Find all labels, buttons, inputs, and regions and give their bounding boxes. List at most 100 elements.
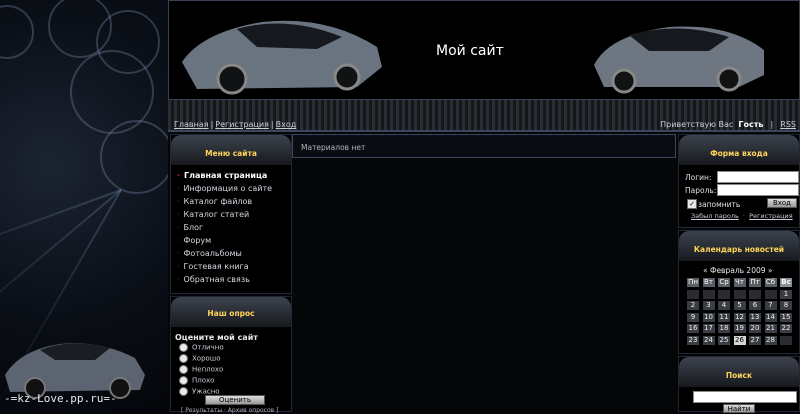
calendar-day[interactable]: 8 — [780, 301, 792, 311]
nav-links: Главная | Регистрация | Вход — [174, 112, 296, 131]
calendar-day — [749, 289, 761, 299]
nav-link-register[interactable]: Регистрация — [215, 120, 269, 129]
calendar-day[interactable]: 3 — [702, 301, 715, 311]
calendar-day[interactable]: 2 — [687, 301, 699, 311]
menu-item[interactable]: · Фотоальбомы — [177, 249, 242, 258]
calendar-day[interactable]: 6 — [749, 301, 761, 311]
bullet-icon: · — [177, 171, 181, 180]
empty-message: Материалов нет — [301, 143, 366, 152]
calendar-weekday: Ср — [718, 278, 730, 287]
poll-option[interactable]: Хорошо — [179, 354, 221, 363]
calendar-day[interactable]: 26 — [733, 336, 746, 345]
calendar-day[interactable]: 5 — [733, 301, 746, 311]
site-title: Мой сайт — [436, 43, 504, 59]
bullet-icon: · — [177, 210, 180, 219]
calendar-day — [718, 289, 730, 299]
poll-option[interactable]: Плохо — [179, 376, 214, 385]
menu-title: Меню сайта — [205, 149, 257, 158]
menu-item[interactable]: · Главная страница — [177, 171, 267, 180]
radio-icon — [179, 343, 188, 352]
menu-item[interactable]: · Информация о сайте — [177, 184, 272, 193]
calendar-day[interactable]: 14 — [764, 312, 777, 322]
separator: | — [270, 120, 274, 129]
calendar-day[interactable]: 13 — [749, 312, 761, 322]
rss-link[interactable]: RSS — [780, 120, 796, 129]
bullet-icon: · — [177, 197, 180, 206]
search-block: Поиск Найти — [678, 356, 800, 413]
car-image — [182, 20, 382, 95]
menu-item[interactable]: · Гостевая книга — [177, 262, 249, 271]
next-month-button[interactable]: » — [768, 266, 773, 275]
nav-link-login[interactable]: Вход — [276, 120, 297, 129]
menu-item[interactable]: · Каталог файлов — [177, 197, 252, 206]
login-button[interactable]: Вход — [767, 198, 797, 208]
calendar-day[interactable]: 19 — [733, 324, 746, 334]
calendar-day[interactable]: 12 — [733, 312, 746, 322]
calendar-day[interactable]: 11 — [718, 312, 730, 322]
poll-option[interactable]: Отлично — [179, 343, 224, 352]
calendar-day[interactable]: 22 — [780, 324, 792, 334]
calendar-day[interactable]: 10 — [702, 312, 715, 322]
calendar-title: Календарь новостей — [693, 245, 785, 254]
nav-link-home[interactable]: Главная — [174, 120, 209, 129]
calendar-weekday: Сб — [764, 278, 777, 287]
calendar-day[interactable]: 27 — [749, 336, 761, 345]
bullet-icon: · — [177, 223, 180, 232]
poll-option-label: Хорошо — [192, 354, 221, 363]
prev-month-button[interactable]: « — [703, 266, 708, 275]
greeting-text: Приветствую Вас — [660, 120, 734, 129]
poll-question: Оцените мой сайт — [175, 333, 258, 342]
calendar-day — [764, 289, 777, 299]
calendar-day[interactable]: 23 — [687, 336, 699, 345]
menu-item-label: Фотоальбомы — [183, 249, 242, 258]
poll-option-label: Плохо — [192, 376, 215, 385]
menu-item[interactable]: · Каталог статей — [177, 210, 249, 219]
vote-button[interactable]: Оценить — [205, 395, 265, 405]
calendar-day[interactable]: 4 — [718, 301, 730, 311]
calendar-day[interactable]: 25 — [718, 336, 730, 345]
bullet-icon: · — [177, 184, 180, 193]
calendar-day[interactable]: 15 — [780, 312, 792, 322]
forgot-password-link[interactable]: Забыл пароль — [691, 212, 739, 220]
calendar-day[interactable]: 9 — [687, 312, 699, 322]
menu-item[interactable]: · Форум — [177, 236, 211, 245]
menu-item[interactable]: · Обратная связь — [177, 275, 250, 284]
calendar-weekday: Вс — [780, 278, 792, 287]
password-label: Пароль: — [685, 186, 717, 195]
bullet-icon: · — [177, 249, 180, 258]
separator: | — [210, 120, 214, 129]
calendar-weekday: Пн — [687, 278, 699, 287]
poll-block: Наш опрос Оцените мой сайт Отлично Хорош… — [170, 296, 292, 414]
left-decoration — [0, 0, 168, 412]
login-input[interactable] — [717, 171, 799, 183]
menu-item-label: Блог — [183, 223, 204, 232]
calendar-day — [780, 336, 792, 345]
calendar-day[interactable]: 24 — [702, 336, 715, 345]
separator: | — [770, 120, 774, 129]
calendar-day[interactable]: 28 — [764, 336, 777, 345]
calendar-month: Февраль 2009 — [709, 266, 766, 275]
calendar-day[interactable]: 20 — [749, 324, 761, 334]
poll-title: Наш опрос — [207, 309, 255, 318]
login-block: Форма входа Логин: Пароль: ✓ запомнить В… — [678, 134, 800, 228]
calendar-day — [687, 289, 699, 299]
calendar-day[interactable]: 18 — [718, 324, 730, 334]
search-input[interactable] — [693, 391, 797, 403]
user-name: Гость — [738, 120, 764, 129]
poll-option[interactable]: Неплохо — [179, 365, 223, 374]
calendar-weekday: Вт — [702, 278, 715, 287]
calendar-day[interactable]: 7 — [764, 301, 777, 311]
watermark: -=kz-Love.pp.ru=- — [4, 392, 117, 405]
radio-icon — [179, 376, 188, 385]
calendar-month-nav: « Февраль 2009 » — [703, 266, 773, 275]
menu-item[interactable]: · Блог — [177, 223, 203, 232]
calendar-day[interactable]: 17 — [702, 324, 715, 334]
calendar-day[interactable]: 1 — [780, 289, 792, 299]
password-input[interactable] — [717, 184, 799, 196]
calendar-day[interactable]: 21 — [764, 324, 777, 334]
poll-footer[interactable]: [ Результаты · Архив опросов ] — [181, 407, 278, 414]
calendar-day[interactable]: 16 — [687, 324, 699, 334]
register-link[interactable]: Регистрация — [749, 212, 793, 220]
bullet-icon: · — [177, 275, 180, 284]
remember-checkbox[interactable]: ✓ — [687, 199, 697, 209]
